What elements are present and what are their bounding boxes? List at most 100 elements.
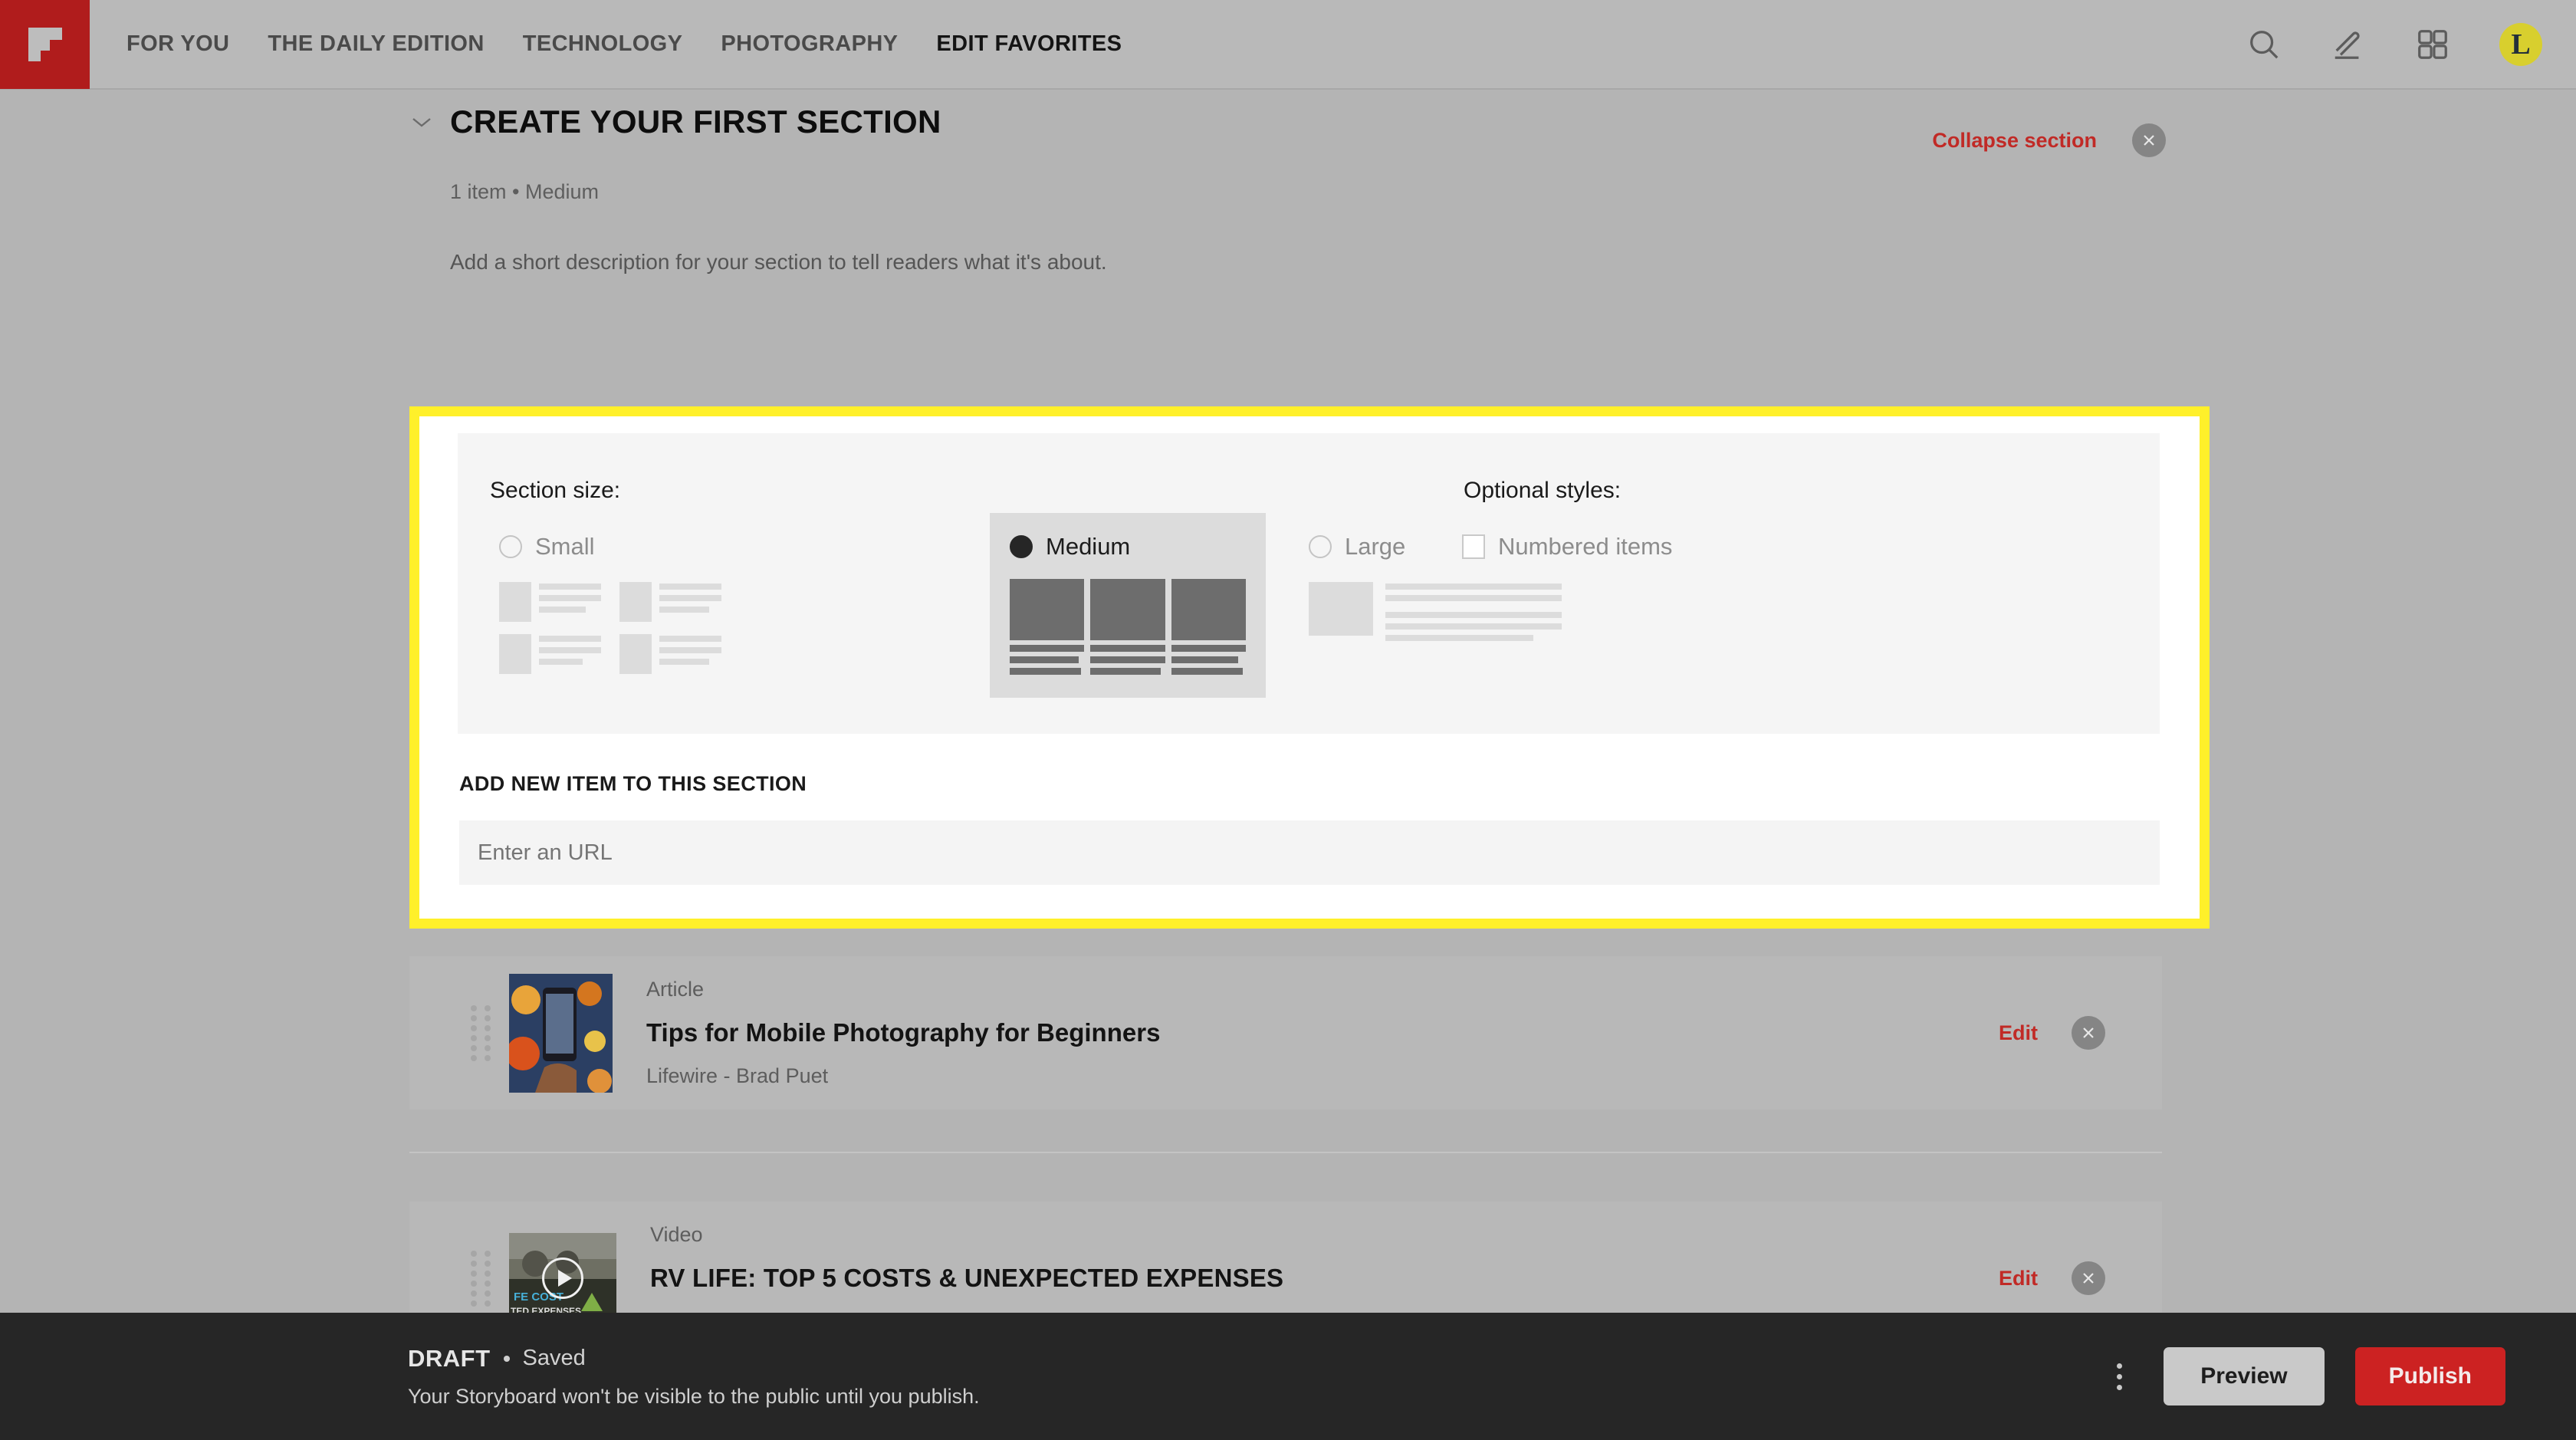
top-navigation-bar: FOR YOU THE DAILY EDITION TECHNOLOGY PHO… [0,0,2576,90]
item-thumbnail [509,973,613,1093]
placeholder-image [619,582,652,622]
section-size-label: Section size: [490,478,621,503]
item-actions: Edit [1999,1261,2105,1295]
checkbox-numbered-items[interactable] [1462,534,1485,559]
status-badge: DRAFT [408,1344,491,1372]
medium-preview-col [1010,579,1085,675]
placeholder-image [1090,579,1165,640]
size-option-small[interactable]: Small [499,533,721,674]
drag-handle-icon[interactable] [471,1004,491,1061]
nav-link-for-you[interactable]: FOR YOU [127,31,229,57]
more-options-icon[interactable] [2106,1357,2133,1396]
close-icon [2083,1027,2094,1038]
optional-style-numbered-items[interactable]: Numbered items [1462,533,1672,561]
item-divider [409,1152,2162,1153]
size-option-small-label: Small [535,533,595,560]
optional-styles-label: Optional styles: [1464,478,1622,503]
size-option-large-label: Large [1345,533,1406,560]
placeholder-lines [659,582,721,622]
placeholder-lines [659,634,721,674]
small-preview-row [499,634,721,674]
url-input[interactable] [459,820,2160,885]
section-title-row: CREATE YOUR FIRST SECTION [410,104,2166,140]
placeholder-lines [539,582,601,622]
chevron-down-icon[interactable] [410,115,433,129]
draft-status-row: DRAFT Saved [408,1345,980,1373]
nav-link-the-daily-edition[interactable]: THE DAILY EDITION [268,31,484,57]
preview-button[interactable]: Preview [2164,1347,2325,1405]
item-actions: Edit [1999,1016,2105,1050]
item-text: Article Tips for Mobile Photography for … [646,978,1999,1088]
section-meta: 1 item • Medium [450,180,600,203]
placeholder-image [1010,579,1085,640]
draft-note: Your Storyboard won't be visible to the … [408,1384,980,1408]
article-thumbnail-image [509,973,613,1093]
section-settings-card-inner: Section size: Optional styles: Small Med… [419,416,2200,919]
size-option-medium-head: Medium [1010,533,1246,561]
collapse-section-button[interactable]: Collapse section [1932,129,2097,153]
size-option-small-head: Small [499,533,721,561]
medium-preview-col [1090,579,1165,675]
close-icon [2144,135,2154,146]
nav-icon-group: L [2246,22,2542,66]
flipboard-logo[interactable] [0,0,90,89]
small-preview-cell [619,634,721,674]
section-header: CREATE YOUR FIRST SECTION 1 item • Mediu… [410,104,2166,275]
numbered-items-head: Numbered items [1462,533,1672,561]
search-icon[interactable] [2246,27,2282,62]
add-new-item-heading: ADD NEW ITEM TO THIS SECTION [459,772,807,795]
grid-icon[interactable] [2415,27,2450,62]
placeholder-image [619,634,652,674]
placeholder-lines [1385,582,1562,641]
radio-small[interactable] [499,535,522,558]
remove-section-button[interactable] [2132,123,2166,157]
status-separator-dot [503,1355,510,1362]
small-preview-row [499,582,721,622]
item-kind: Video [650,1223,703,1246]
edit-item-button[interactable]: Edit [1999,1267,2038,1290]
section-description-placeholder[interactable]: Add a short description for your section… [450,250,2166,275]
placeholder-image [1171,579,1246,640]
draft-status-bar: DRAFT Saved Your Storyboard won't be vis… [0,1313,2576,1440]
section-settings-card-highlighted: Section size: Optional styles: Small Med… [409,406,2210,929]
nav-link-photography[interactable]: PHOTOGRAPHY [721,31,898,57]
placeholder-image [499,634,531,674]
edit-item-button[interactable]: Edit [1999,1021,2038,1045]
small-preview-cell [499,634,601,674]
publish-button[interactable]: Publish [2354,1347,2505,1405]
item-title: RV LIFE: TOP 5 COSTS & UNEXPECTED EXPENS… [650,1264,1284,1292]
avatar[interactable]: L [2499,22,2542,66]
close-icon [2083,1273,2094,1284]
pencil-icon[interactable] [2331,27,2366,62]
page-title: CREATE YOUR FIRST SECTION [450,104,941,140]
item-title: Tips for Mobile Photography for Beginner… [646,1018,1161,1047]
small-preview-cell [499,582,601,622]
medium-preview-col [1171,579,1246,675]
large-layout-preview [1309,582,1562,641]
nav-link-technology[interactable]: TECHNOLOGY [523,31,683,57]
remove-item-button[interactable] [2072,1261,2105,1295]
radio-large[interactable] [1309,535,1332,558]
nav-link-edit-favorites[interactable]: EDIT FAVORITES [936,31,1122,57]
nav-links: FOR YOU THE DAILY EDITION TECHNOLOGY PHO… [127,31,1122,57]
radio-medium[interactable] [1010,535,1033,558]
placeholder-image [1309,582,1373,636]
list-item[interactable]: Article Tips for Mobile Photography for … [409,956,2162,1110]
small-layout-preview [499,582,721,674]
bottom-actions: Preview Publish [2106,1347,2505,1405]
drag-handle-icon[interactable] [471,1250,491,1307]
remove-item-button[interactable] [2072,1016,2105,1050]
placeholder-image [499,582,531,622]
placeholder-lines [539,634,601,674]
draft-status-text: DRAFT Saved Your Storyboard won't be vis… [408,1345,980,1409]
item-source: Lifewire - Brad Puet [646,1064,829,1087]
size-option-medium[interactable]: Medium [990,513,1266,698]
flipboard-f-icon [28,27,62,61]
section-size-panel: Section size: Optional styles: Small Med… [458,433,2160,734]
item-kind: Article [646,978,705,1001]
size-option-medium-label: Medium [1046,533,1131,560]
section-header-actions: Collapse section [1932,123,2166,157]
small-preview-cell [619,582,721,622]
storyboard-editor-body: CREATE YOUR FIRST SECTION 1 item • Mediu… [0,90,2576,1355]
item-thumbnail: FE COST TED EXPENSES [509,1233,616,1323]
